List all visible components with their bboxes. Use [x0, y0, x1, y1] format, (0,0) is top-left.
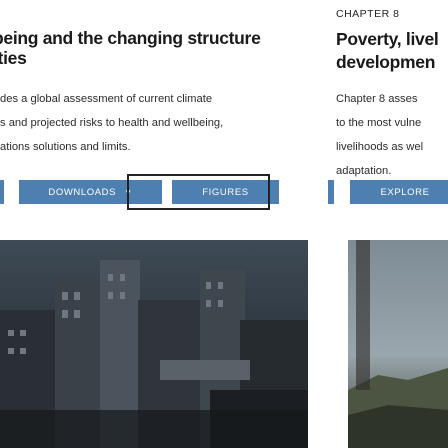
previous-button-edge[interactable]: [0, 180, 4, 204]
card-title-line-2: ities: [0, 48, 27, 68]
chapter-image-right[interactable]: [348, 240, 448, 448]
card-title[interactable]: being and the changing structure ities: [0, 28, 300, 68]
card-description-line: des a global assessment of current clima…: [0, 93, 213, 105]
downloads-label: DOWNLOADS: [48, 186, 117, 198]
card-description-line: adaptation.: [336, 165, 392, 177]
card-description-line: to the most vulne: [336, 117, 422, 129]
card-description-line: s and projected risks to health and well…: [0, 117, 224, 129]
chapter-label: CHAPTER 8: [336, 8, 400, 20]
city-photo: [0, 240, 308, 448]
card-description-line: Chapter 8 asses: [336, 93, 418, 105]
explore-button-edge[interactable]: [328, 180, 334, 204]
card-title-line-2[interactable]: developmen: [336, 52, 435, 72]
card-title-line-1[interactable]: Poverty, livel: [336, 29, 439, 49]
card-title-line-1: being and the changing structure: [0, 28, 261, 48]
landscape-photo: [348, 240, 448, 448]
chapter-image-left[interactable]: [0, 240, 308, 448]
focus-outline: [127, 174, 270, 210]
explore-label: EXPLORE: [380, 186, 430, 198]
explore-button[interactable]: EXPLORE: [350, 180, 448, 204]
card-description-line: ations solutions and limits.: [0, 141, 131, 153]
card-description-line: livelihoods as wel: [336, 141, 424, 153]
